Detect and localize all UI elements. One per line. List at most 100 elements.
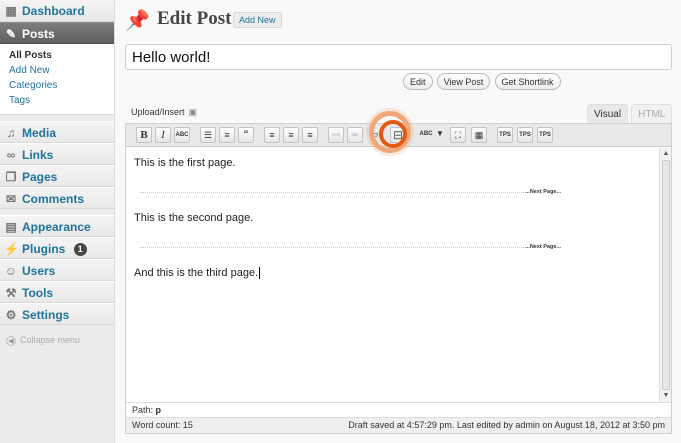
get-shortlink-button[interactable]: Get Shortlink [494,73,561,90]
menu-tools[interactable]: ⚒ Tools [0,281,114,303]
add-new-button[interactable]: Add New [233,12,282,28]
menu-links-label: Links [22,148,54,162]
menu-tools-label: Tools [22,286,54,300]
page-break-2: ...Next Page... [140,244,562,250]
add-media-icon[interactable]: ▣ [189,107,198,118]
dashboard-icon: ▦ [5,4,17,18]
menu-links[interactable]: ∞ Links [0,143,114,165]
pushpin-icon: ✎ [5,27,17,41]
path-value[interactable]: p [156,405,162,415]
media-icon: ♫ [6,126,16,140]
tab-visual[interactable]: Visual [587,104,629,124]
paragraph-3: And this is the third page. [134,267,261,279]
plugins-icon: ⚡ [4,242,19,256]
submenu-all-posts[interactable]: All Posts [0,48,114,63]
submenu-add-new[interactable]: Add New [0,63,114,78]
tps-button-1[interactable]: TPS [497,127,513,143]
menu-comments[interactable]: ✉ Comments [0,187,114,209]
page-title: Edit Post [157,8,232,29]
menu-media-label: Media [22,126,57,140]
menu-users-label: Users [22,264,56,278]
scrollbar-thumb[interactable] [662,160,670,390]
menu-pages[interactable]: ❐ Pages [0,165,114,187]
blockquote-button[interactable]: “ [238,127,254,143]
menu-settings[interactable]: ⚙ Settings [0,303,114,325]
menu-posts-label: Posts [22,27,55,41]
editor-toolbar: B I ABC ☰ ≡ “ ≡ ≡ ≡ ⚯ ⚮ ▭ ⊟ ABC ▼ ⛶ ▦ TP… [126,111,671,153]
insert-more-icon[interactable]: ▭ [366,127,382,143]
view-post-button[interactable]: View Post [436,73,491,90]
editor-path-bar: Path: p [126,402,671,417]
submenu-tags[interactable]: Tags [0,93,114,108]
main-content: 📌 Edit Post Add New Edit View Post Get S… [125,0,681,443]
bullet-list-icon[interactable]: ☰ [200,127,216,143]
text-caret [259,267,261,279]
unlink-icon[interactable]: ⚮ [347,127,363,143]
pages-icon: ❐ [5,170,17,184]
insert-page-break-icon[interactable]: ⊟ [390,127,406,143]
pushpin-icon: 📌 [125,10,150,32]
edit-permalink-button[interactable]: Edit [403,73,433,90]
page-break-label: ...Next Page... [524,189,562,195]
menu-comments-label: Comments [22,192,85,206]
scroll-up-icon[interactable]: ▲ [662,150,670,158]
menu-appearance-label: Appearance [22,220,91,234]
collapse-menu[interactable]: ◀ Collapse menu [6,335,80,346]
menu-media[interactable]: ♫ Media [0,121,114,143]
bold-button[interactable]: B [136,127,152,143]
comments-icon: ✉ [5,192,17,206]
appearance-icon: ▤ [5,220,17,234]
tools-icon: ⚒ [5,286,17,300]
align-right-icon[interactable]: ≡ [302,127,318,143]
menu-dashboard-label: Dashboard [22,4,85,18]
word-count: Word count: 15 [132,420,193,430]
editor-tabs: Visual HTML [587,104,673,124]
editor-content[interactable]: This is the first page. ...Next Page... … [126,148,661,402]
menu-posts[interactable]: ✎ Posts [0,22,114,44]
menu-users[interactable]: ☺ Users [0,259,114,281]
post-title-input[interactable] [125,44,672,70]
paragraph-3-text: And this is the third page. [134,267,259,279]
post-editor: B I ABC ☰ ≡ “ ≡ ≡ ≡ ⚯ ⚮ ▭ ⊟ ABC ▼ ⛶ ▦ TP… [125,111,672,434]
scroll-down-icon[interactable]: ▼ [662,392,670,400]
upload-insert[interactable]: Upload/Insert ▣ [131,107,197,118]
menu-plugins[interactable]: ⚡ Plugins 1 [0,237,114,259]
links-icon: ∞ [6,148,16,162]
menu-plugins-label: Plugins [22,242,66,256]
menu-pages-label: Pages [22,170,58,184]
plugins-update-badge: 1 [73,243,87,257]
settings-icon: ⚙ [5,308,17,322]
strikethrough-button[interactable]: ABC [174,127,190,143]
draft-status: Draft saved at 4:57:29 pm. Last edited b… [348,420,665,430]
paragraph-2: This is the second page. [134,212,254,224]
tps-button-2[interactable]: TPS [517,127,533,143]
menu-appearance[interactable]: ▤ Appearance [0,215,114,237]
collapse-arrow-icon: ◀ [6,336,16,346]
paragraph-1: This is the first page. [134,157,236,169]
collapse-menu-label: Collapse menu [20,335,81,345]
page-break-label: ...Next Page... [524,244,562,250]
insert-link-icon[interactable]: ⚯ [328,127,344,143]
numbered-list-icon[interactable]: ≡ [219,127,235,143]
editor-scrollbar[interactable]: ▲ ▼ [659,148,671,402]
page-break-1: ...Next Page... [140,189,562,195]
align-left-icon[interactable]: ≡ [264,127,280,143]
tps-button-3[interactable]: TPS [537,127,553,143]
submenu-categories[interactable]: Categories [0,78,114,93]
align-center-icon[interactable]: ≡ [283,127,299,143]
upload-insert-label: Upload/Insert [131,107,185,117]
spellcheck-dropdown-icon[interactable]: ▼ [432,127,448,143]
users-icon: ☺ [4,264,18,278]
admin-sidebar: ▦ Dashboard ✎ Posts All Posts Add New Ca… [0,0,115,443]
fullscreen-icon[interactable]: ⛶ [450,127,466,143]
permalink-buttons: Edit View Post Get Shortlink [403,73,562,90]
menu-settings-label: Settings [22,308,70,322]
menu-dashboard[interactable]: ▦ Dashboard [0,0,114,22]
path-label: Path: [132,405,154,415]
spellcheck-label: ABC [419,131,433,137]
italic-button[interactable]: I [155,127,171,143]
tab-html[interactable]: HTML [631,104,673,124]
kitchen-sink-icon[interactable]: ▦ [471,127,487,143]
posts-submenu: All Posts Add New Categories Tags [0,44,114,115]
editor-status-bar: Word count: 15 Draft saved at 4:57:29 pm… [126,417,671,433]
